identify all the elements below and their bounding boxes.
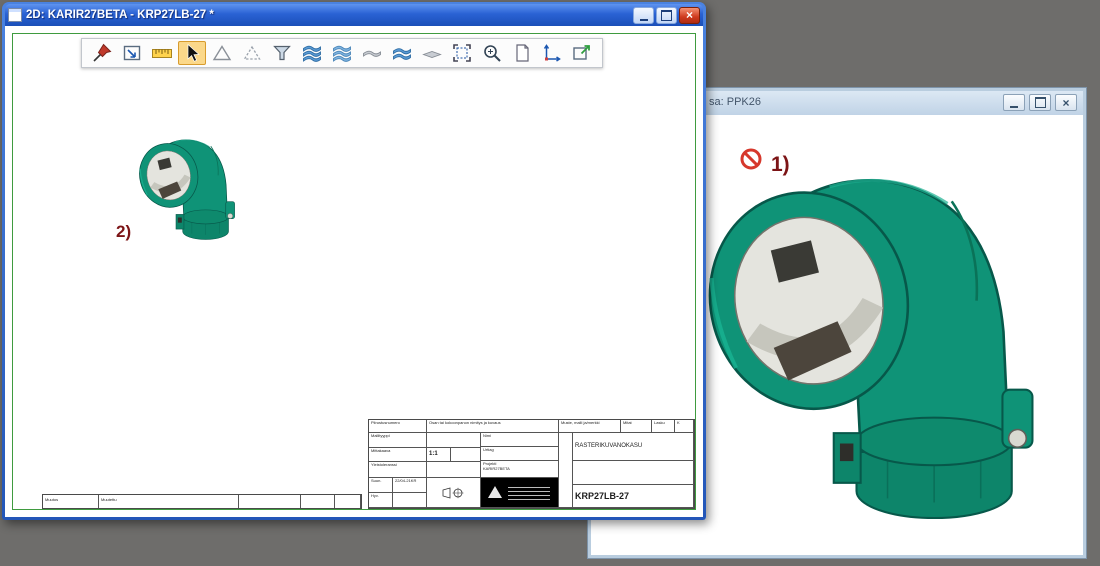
close-icon: ×: [1062, 97, 1069, 109]
titleblock-cell: Yleistoleranssi: [369, 462, 427, 478]
drawing-window-titlebar[interactable]: 2D: KARIR27BETA - KRP27LB-27 * ×: [5, 4, 703, 26]
axes-origin-icon[interactable]: [538, 41, 566, 65]
new-sheet-icon[interactable]: [508, 41, 536, 65]
3d-model-large: [703, 133, 1039, 547]
drawing-window[interactable]: 2D: KARIR27BETA - KRP27LB-27 * × 2) Piir…: [2, 2, 706, 520]
layers-stack-icon[interactable]: [298, 41, 326, 65]
3d-model-small: [138, 126, 236, 248]
app-icon: [8, 8, 22, 22]
maximize-icon: [661, 10, 672, 21]
triangle-hidden-icon[interactable]: [238, 41, 266, 65]
select-arrow-icon[interactable]: [178, 41, 206, 65]
export-view-icon[interactable]: [568, 41, 596, 65]
revision-cell: Muutos: [43, 495, 99, 508]
titleblock-cell: K: [675, 420, 694, 433]
titleblock-cell: Hyv.: [369, 493, 393, 508]
model-window-controls: ×: [1003, 94, 1077, 111]
titleblock-cell: 22/04-21KR: [393, 478, 427, 493]
zoom-window-icon[interactable]: [448, 41, 476, 65]
titleblock-cell: Nimi: [481, 433, 559, 447]
close-button[interactable]: ×: [679, 7, 700, 24]
zoom-in-icon[interactable]: [478, 41, 506, 65]
revision-cell: [239, 495, 301, 508]
model-window-title: sa: PPK26: [709, 96, 761, 108]
layer-single-gray-icon[interactable]: [358, 41, 386, 65]
titleblock-cell: KRP27LB-27: [573, 485, 694, 508]
minimize-icon: [1010, 97, 1018, 108]
titleblock-cell: Projekti KARIR27BETA: [481, 461, 559, 478]
triangle-surface-icon[interactable]: [208, 41, 236, 65]
titleblock-cell: Suun.: [369, 478, 393, 493]
projection-symbol-icon: [427, 478, 481, 508]
titleblock-cell: RASTERIKUVANOKASU: [573, 433, 694, 461]
revision-strip: MuutosMuutettu: [42, 494, 362, 509]
revision-cell: Muutettu: [99, 495, 239, 508]
drawing-canvas[interactable]: 2) PiirustusnumeroOsan tai kokoonpanon n…: [5, 26, 703, 517]
drawing-window-title: 2D: KARIR27BETA - KRP27LB-27 *: [26, 9, 629, 21]
minimize-icon: [640, 10, 648, 21]
titleblock-cell: [427, 462, 481, 478]
titleblock-cell: [427, 433, 481, 448]
close-button[interactable]: ×: [1055, 94, 1077, 111]
titleblock-cell: Muste, malli ja/merkki: [559, 420, 621, 433]
titleblock-cell: Lasku: [652, 420, 675, 433]
drawing-window-controls: ×: [633, 7, 700, 24]
titleblock-cell: Osan tai kokoonpanon nimitys ja kuvaus: [427, 420, 559, 433]
titleblock-cell: Mallityyppi: [369, 433, 427, 448]
filter-funnel-icon[interactable]: [268, 41, 296, 65]
titleblock-cell: [573, 461, 694, 485]
titleblock-cell: [559, 433, 573, 508]
minimize-button[interactable]: [633, 7, 654, 24]
pushpin-icon[interactable]: [88, 41, 116, 65]
toolbar: [81, 38, 603, 68]
titleblock-cell: 1:1: [427, 448, 451, 462]
titleblock-cell: Urtiag: [481, 447, 559, 461]
title-block: PiirustusnumeroOsan tai kokoonpanon nimi…: [368, 419, 695, 509]
annotation-2: 2): [116, 222, 131, 242]
maximize-button[interactable]: [656, 7, 677, 24]
revision-cell: [335, 495, 361, 508]
titleblock-cell: Mitat: [621, 420, 652, 433]
titleblock-cell: Mittakaava: [369, 448, 427, 462]
desktop: { "desktop": { "bg_color": "#6e6d6b" }, …: [0, 0, 1100, 566]
fit-view-icon[interactable]: [118, 41, 146, 65]
measure-ruler-icon[interactable]: [148, 41, 176, 65]
maximize-button[interactable]: [1029, 94, 1051, 111]
revision-cell: [301, 495, 335, 508]
maximize-icon: [1035, 97, 1046, 108]
titleblock-cell: [451, 448, 481, 462]
titleblock-cell: Piirustusnumero: [369, 420, 427, 433]
titleblock-logo: [481, 478, 559, 508]
close-icon: ×: [686, 9, 693, 21]
titleblock-cell: [393, 493, 427, 508]
layers-stack-light-icon[interactable]: [328, 41, 356, 65]
layers-pair-icon[interactable]: [388, 41, 416, 65]
minimize-button[interactable]: [1003, 94, 1025, 111]
layer-flat-gray-icon[interactable]: [418, 41, 446, 65]
